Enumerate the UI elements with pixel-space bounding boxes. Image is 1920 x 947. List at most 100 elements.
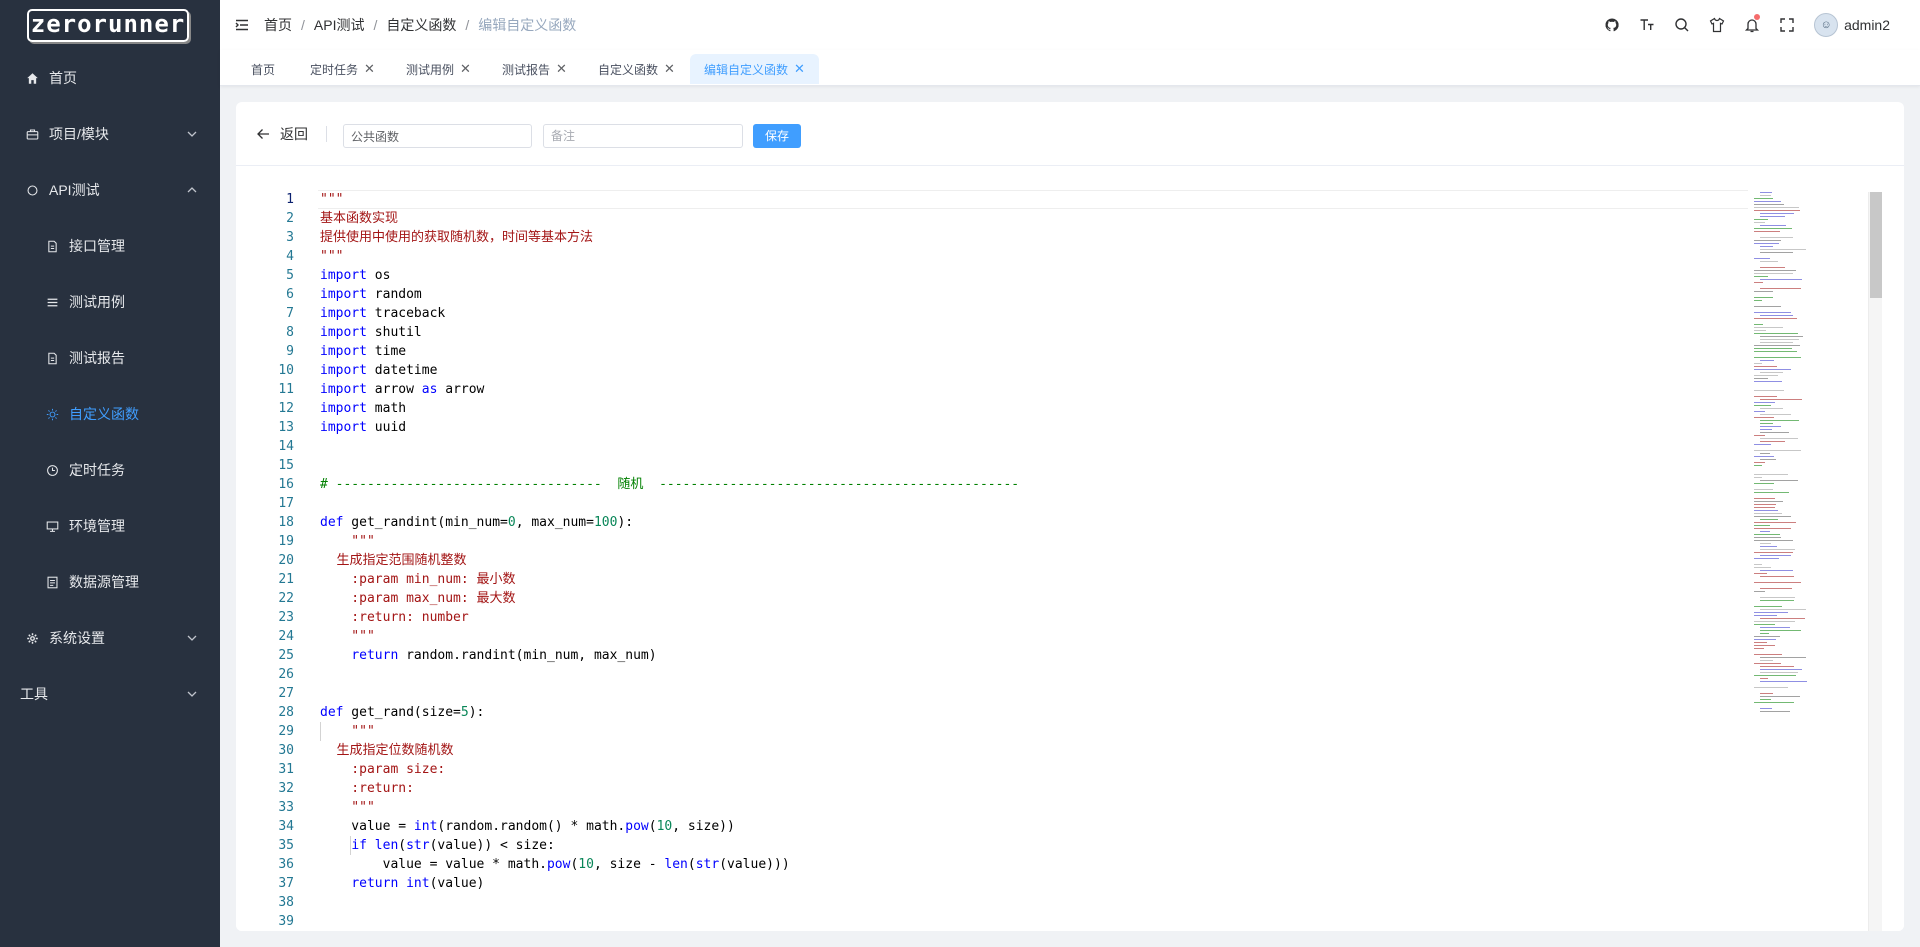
minimap-line (1760, 420, 1799, 421)
code-editor[interactable]: 1 """ 2 基本函数实现 3 提供使用中使用的获取随机数，时间等基本方法 4 """… (236, 190, 1904, 931)
sidebar-item-label: 自定义函数 (69, 406, 139, 422)
line-number: 24 (278, 629, 294, 644)
breadcrumb-item-edit-function: 编辑自定义函数 (478, 17, 577, 33)
line-number: 28 (278, 705, 294, 720)
minimap-line (1754, 510, 1778, 511)
minimap-line (1754, 291, 1773, 292)
minimap-line (1754, 375, 1778, 376)
chevron-down-icon (187, 635, 197, 641)
minimap-line (1754, 366, 1777, 367)
tab-timed-task[interactable]: 定时任务 ✕ (296, 54, 389, 84)
breadcrumb: 首页 / API测试 / 自定义函数 / 编辑自定义函数 (264, 15, 576, 35)
sidebar-item-env[interactable]: 环境管理 (0, 498, 220, 554)
sidebar-item-system-settings[interactable]: 系统设置 (0, 610, 220, 666)
sidebar-item-project[interactable]: 项目/模块 (0, 106, 220, 162)
tab-home[interactable]: 首页 (237, 54, 289, 84)
logo[interactable]: zerorunner (0, 0, 220, 50)
sidebar-item-label: 定时任务 (69, 462, 125, 478)
minimap-line (1760, 237, 1793, 238)
editor-scrollbar[interactable] (1868, 192, 1882, 931)
minimap-line (1760, 555, 1791, 556)
tab-label: 定时任务 (310, 62, 359, 77)
breadcrumb-item-custom-function[interactable]: 自定义函数 (386, 15, 456, 35)
sidebar-item-datasource[interactable]: 数据源管理 (0, 554, 220, 610)
line-number: 13 (278, 420, 294, 435)
bell-icon[interactable] (1734, 0, 1769, 50)
line-number: 32 (278, 781, 294, 796)
close-icon[interactable]: ✕ (460, 61, 471, 77)
minimap-line (1754, 558, 1779, 559)
back-button[interactable]: 返回 (256, 124, 308, 144)
sidebar-item-tools[interactable]: 工具 (0, 666, 220, 722)
github-icon[interactable] (1594, 0, 1629, 50)
minimap-line (1760, 429, 1772, 430)
tab-custom-function[interactable]: 自定义函数 ✕ (584, 54, 689, 84)
sidebar-item-timed-task[interactable]: 定时任务 (0, 442, 220, 498)
close-icon[interactable]: ✕ (794, 61, 805, 77)
minimap-line (1754, 624, 1775, 625)
minimap-line (1760, 360, 1774, 361)
minimap-line (1754, 501, 1783, 502)
save-button[interactable]: 保存 (753, 124, 801, 148)
code-minimap[interactable] (1754, 192, 1854, 931)
sidebar-item-api-manage[interactable]: 接口管理 (0, 218, 220, 274)
line-number: 8 (286, 325, 294, 340)
close-icon[interactable]: ✕ (364, 61, 375, 77)
menu-fold-icon[interactable] (234, 17, 250, 33)
minimap-line (1754, 198, 1773, 199)
function-name-input[interactable] (343, 124, 532, 148)
sidebar-item-api-test[interactable]: API测试 (0, 162, 220, 218)
minimap-line (1754, 243, 1779, 244)
minimap-line (1754, 573, 1767, 574)
list-icon (45, 295, 59, 309)
minimap-line (1754, 369, 1791, 370)
breadcrumb-item-home[interactable]: 首页 (264, 15, 292, 35)
line-number: 5 (286, 268, 294, 283)
tab-edit-function[interactable]: 编辑自定义函数 ✕ (690, 54, 819, 84)
minimap-line (1760, 633, 1769, 634)
minimap-line (1760, 672, 1798, 673)
code-line: 基本函数实现 (320, 211, 399, 226)
minimap-line (1754, 231, 1780, 232)
sidebar-item-home[interactable]: 首页 (0, 50, 220, 106)
search-icon[interactable] (1664, 0, 1699, 50)
minimap-line (1754, 435, 1765, 436)
briefcase-icon (25, 127, 39, 141)
scrollbar-thumb[interactable] (1870, 192, 1882, 298)
sidebar-item-report[interactable]: 测试报告 (0, 330, 220, 386)
close-icon[interactable]: ✕ (664, 61, 675, 77)
minimap-line (1754, 504, 1776, 505)
fullscreen-icon[interactable] (1769, 0, 1804, 50)
minimap-line (1754, 411, 1765, 412)
minimap-line (1754, 648, 1764, 649)
sidebar-item-testcase[interactable]: 测试用例 (0, 274, 220, 330)
tab-testcase[interactable]: 测试用例 ✕ (392, 54, 485, 84)
tab-label: 自定义函数 (598, 62, 659, 77)
minimap-line (1760, 315, 1793, 316)
font-size-icon[interactable] (1629, 0, 1664, 50)
remark-input[interactable] (543, 124, 743, 148)
minimap-line (1760, 288, 1801, 289)
user-menu[interactable]: ☺ admin2 (1814, 13, 1890, 37)
minimap-line (1754, 612, 1788, 613)
tab-report[interactable]: 测试报告 ✕ (488, 54, 581, 84)
breadcrumb-separator: / (301, 17, 305, 33)
minimap-line (1754, 312, 1791, 313)
tickets-icon (45, 575, 59, 589)
minimap-line (1754, 306, 1781, 307)
shirt-icon[interactable] (1699, 0, 1734, 50)
sidebar-item-custom-function[interactable]: 自定义函数 (0, 386, 220, 442)
minimap-line (1754, 204, 1784, 205)
header: 首页 / API测试 / 自定义函数 / 编辑自定义函数 ☺ admin2 (220, 0, 1920, 50)
line-number: 3 (286, 230, 294, 245)
minimap-line (1754, 552, 1793, 553)
breadcrumb-item-api-test[interactable]: API测试 (314, 15, 365, 35)
clock-icon (45, 463, 59, 477)
line-number: 19 (278, 534, 294, 549)
minimap-line (1760, 195, 1771, 196)
code-line: import math (320, 401, 407, 416)
line-number: 21 (278, 572, 294, 587)
minimap-line (1760, 618, 1805, 619)
minimap-line (1754, 300, 1762, 301)
close-icon[interactable]: ✕ (556, 61, 567, 77)
